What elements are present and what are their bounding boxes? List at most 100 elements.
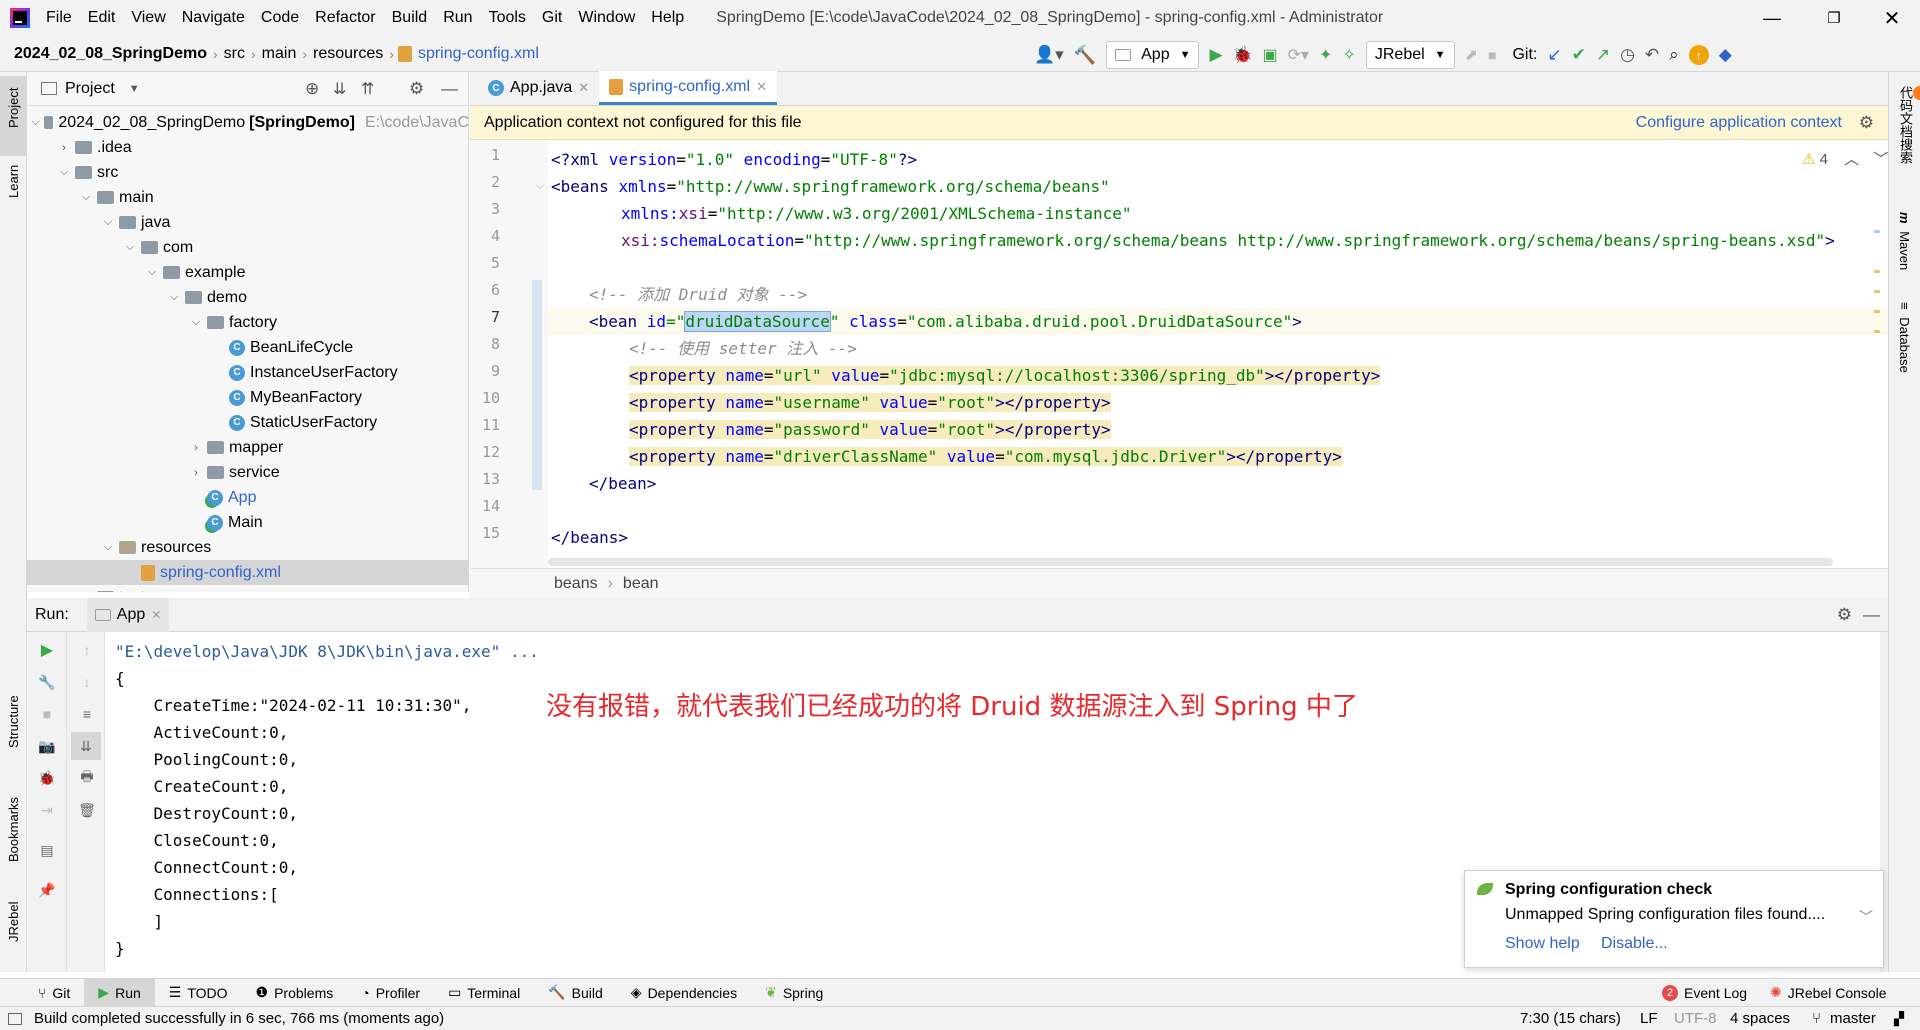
breadcrumb-beans[interactable]: beans — [554, 575, 598, 593]
stop-icon[interactable]: ■ — [27, 700, 67, 728]
menu-file[interactable]: File — [38, 0, 80, 36]
next-highlight-icon[interactable]: ﹀ — [1873, 151, 1888, 168]
tree-item[interactable]: C Main — [27, 510, 468, 535]
chevron-down-icon[interactable]: ⌵ — [167, 291, 181, 304]
restore-button[interactable]: ❐ — [1806, 0, 1862, 36]
menu-navigate[interactable]: Navigate — [174, 0, 253, 36]
code-editor[interactable]: ⚠ 4 ︿ ﹀ <?xml version="1.0" encoding="UT… — [548, 140, 1888, 568]
tree-item[interactable]: ⌵ test — [27, 585, 468, 592]
jrebel-select[interactable]: JRebel ▼ — [1365, 41, 1455, 69]
chevron-down-icon[interactable]: ▼ — [129, 83, 140, 95]
arrow-up-icon[interactable]: ↑ — [67, 636, 107, 664]
git-commit-icon[interactable]: ✔ — [1572, 42, 1586, 68]
crumb-resources[interactable]: resources — [307, 45, 389, 63]
coverage-icon[interactable]: ▣ — [1262, 42, 1277, 68]
run-tab-app[interactable]: App ✕ — [86, 597, 170, 632]
stop-icon[interactable]: ■ — [1488, 42, 1496, 68]
tool-event-log[interactable]: 2 Event Log — [1648, 979, 1761, 1007]
jrebel-debug-icon[interactable]: ✧ — [1342, 42, 1355, 68]
tree-item[interactable]: spring-config.xml — [27, 560, 468, 585]
tree-item[interactable]: C MyBeanFactory — [27, 385, 468, 410]
wrench-icon[interactable]: 🔧 — [27, 668, 67, 696]
tree-item[interactable]: C BeanLifeCycle — [27, 335, 468, 360]
locate-icon[interactable]: ⊕ — [305, 79, 319, 99]
bookmarks-tool-label[interactable]: Bookmarks — [6, 797, 21, 862]
tool-dependencies[interactable]: ◈ Dependencies — [617, 979, 751, 1007]
tool-terminal[interactable]: ▭ Terminal — [434, 979, 534, 1007]
crumb-project[interactable]: 2024_02_08_SpringDemo — [8, 45, 213, 63]
menu-view[interactable]: View — [123, 0, 173, 36]
project-panel-title[interactable]: Project — [65, 80, 115, 98]
pin-icon[interactable]: 📌 — [27, 876, 67, 904]
maven-tool[interactable]: m Maven — [1897, 212, 1912, 270]
rerun-icon[interactable]: ▶ — [27, 636, 67, 664]
breadcrumb-bean[interactable]: bean — [623, 575, 659, 593]
learn-tool-label[interactable]: Learn — [6, 165, 21, 198]
soft-wrap-icon[interactable]: ≡ — [67, 700, 107, 728]
debug-icon[interactable]: 🐞 — [1233, 42, 1253, 68]
tab-spring-config-xml[interactable]: spring-config.xml ✕ — [599, 71, 778, 105]
tree-item[interactable]: ⌵ factory — [27, 310, 468, 335]
indent-setting[interactable]: 4 spaces — [1730, 1010, 1790, 1027]
caret-position[interactable]: 7:30 (15 chars) — [1520, 1010, 1621, 1027]
jrebel-tool-label[interactable]: JRebel — [6, 902, 21, 942]
tree-item[interactable]: › service — [27, 460, 468, 485]
tool-todo[interactable]: ☰ TODO — [155, 979, 242, 1007]
status-window-icon[interactable] — [8, 1012, 22, 1025]
trash-icon[interactable]: 🗑 — [67, 796, 107, 824]
run-icon[interactable]: ▶ — [1209, 42, 1222, 68]
toolbox-icon[interactable]: ◆ — [1719, 42, 1732, 68]
doc-search-tool[interactable]: 代码文档搜索 — [1897, 86, 1920, 164]
user-icon[interactable]: 👤▾ — [1034, 42, 1064, 68]
history-icon[interactable]: ◷ — [1620, 42, 1635, 68]
chevron-right-icon[interactable]: › — [189, 467, 203, 479]
gear-icon[interactable]: ⚙ — [1859, 113, 1874, 133]
tool-build[interactable]: 🔨 Build — [534, 979, 617, 1007]
error-stripe[interactable] — [1874, 220, 1880, 380]
tool-profiler[interactable]: ◔ Profiler — [347, 979, 434, 1007]
minimize-button[interactable]: — — [1744, 0, 1800, 36]
rollback-icon[interactable]: ↶ — [1645, 42, 1659, 68]
tool-jrebel-console[interactable]: ✺ JRebel Console — [1756, 979, 1901, 1007]
menu-code[interactable]: Code — [253, 0, 307, 36]
tool-spring[interactable]: ❦ Spring — [751, 979, 837, 1007]
git-update-icon[interactable]: ↙ — [1547, 42, 1561, 68]
chevron-right-icon[interactable]: › — [189, 442, 203, 454]
chevron-down-icon[interactable]: ﹀ — [1859, 907, 1873, 927]
menu-git[interactable]: Git — [534, 0, 570, 36]
crumb-main[interactable]: main — [256, 45, 303, 63]
tree-item[interactable]: ⌵ resources — [27, 535, 468, 560]
print-icon[interactable]: 🖶 — [67, 764, 107, 792]
tool-git[interactable]: ⑂ Git — [24, 979, 84, 1007]
tree-item[interactable]: ⌵ 2024_02_08_SpringDemo [SpringDemo] E:\cod… — [27, 110, 468, 135]
fold-icon[interactable]: ⌵ — [536, 180, 544, 193]
update-icon[interactable]: ↑ — [1688, 45, 1709, 65]
arrow-down-icon[interactable]: ↓ — [67, 668, 107, 696]
tree-item[interactable]: ⌵ example — [27, 260, 468, 285]
menu-tools[interactable]: Tools — [481, 0, 534, 36]
structure-tool-label[interactable]: Structure — [6, 695, 21, 748]
search-icon[interactable]: ⌕ — [1669, 42, 1679, 68]
disable-link[interactable]: Disable... — [1601, 935, 1668, 953]
layout-icon[interactable]: ▤ — [27, 836, 67, 864]
scroll-to-end-icon[interactable]: ⇊ — [71, 732, 101, 760]
tree-item[interactable]: C StaticUserFactory — [27, 410, 468, 435]
chevron-down-icon[interactable]: ⌵ — [79, 591, 93, 592]
chevron-down-icon[interactable]: ⌵ — [31, 116, 39, 129]
menu-window[interactable]: Window — [570, 0, 643, 36]
tree-item[interactable]: C App — [27, 485, 468, 510]
tree-item[interactable]: ⌵ demo — [27, 285, 468, 310]
chevron-down-icon[interactable]: ⌵ — [145, 266, 159, 279]
collapse-all-icon[interactable]: ⇈ — [361, 79, 374, 99]
close-window-button[interactable]: ✕ — [1864, 0, 1920, 36]
expand-all-icon[interactable]: ⇊ — [333, 79, 346, 99]
menu-run[interactable]: Run — [435, 0, 480, 36]
file-encoding[interactable]: UTF-8 — [1674, 1010, 1717, 1027]
crumb-file[interactable]: spring-config.xml — [412, 45, 545, 63]
tree-item[interactable]: ⌵ src — [27, 160, 468, 185]
hide-panel-icon[interactable]: — — [1863, 605, 1880, 625]
chevron-down-icon[interactable]: ⌵ — [79, 191, 93, 204]
tree-item[interactable]: › .idea — [27, 135, 468, 160]
jrebel-run-icon[interactable]: ✦ — [1319, 42, 1332, 68]
tree-item[interactable]: ⌵ main — [27, 185, 468, 210]
